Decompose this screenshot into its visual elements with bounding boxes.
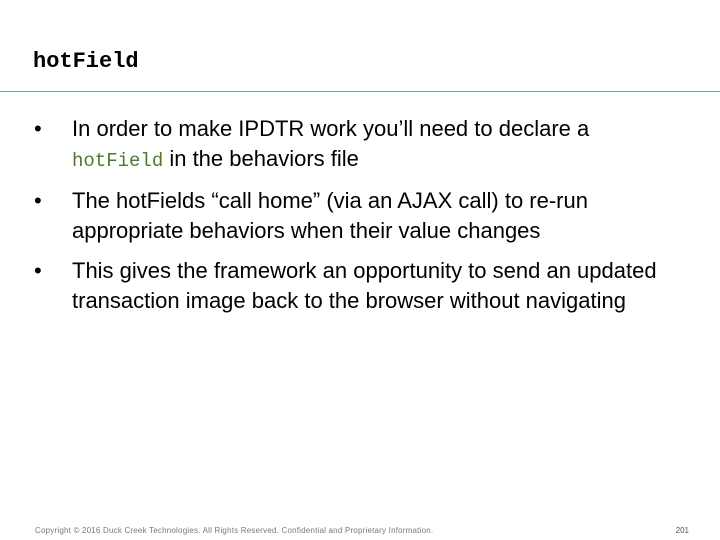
bullet-text: This gives the framework an opportunity … <box>72 258 657 313</box>
bullet-icon: • <box>34 258 42 283</box>
bullet-item: • In order to make IPDTR work you’ll nee… <box>34 114 684 176</box>
bullet-text-after: in the behaviors file <box>163 146 359 171</box>
bullet-item: • The hotFields “call home” (via an AJAX… <box>34 186 684 246</box>
bullet-text: The hotFields “call home” (via an AJAX c… <box>72 188 588 243</box>
inline-code: hotField <box>72 150 164 172</box>
bullet-list: • In order to make IPDTR work you’ll nee… <box>34 114 684 326</box>
copyright-footer: Copyright © 2016 Duck Creek Technologies… <box>35 526 434 535</box>
slide-title: hotField <box>33 49 139 74</box>
title-divider <box>0 91 720 92</box>
bullet-icon: • <box>34 116 42 141</box>
bullet-text-before: In order to make IPDTR work you’ll need … <box>72 116 590 141</box>
bullet-item: • This gives the framework an opportunit… <box>34 256 684 316</box>
bullet-icon: • <box>34 188 42 213</box>
page-number: 201 <box>675 526 689 535</box>
